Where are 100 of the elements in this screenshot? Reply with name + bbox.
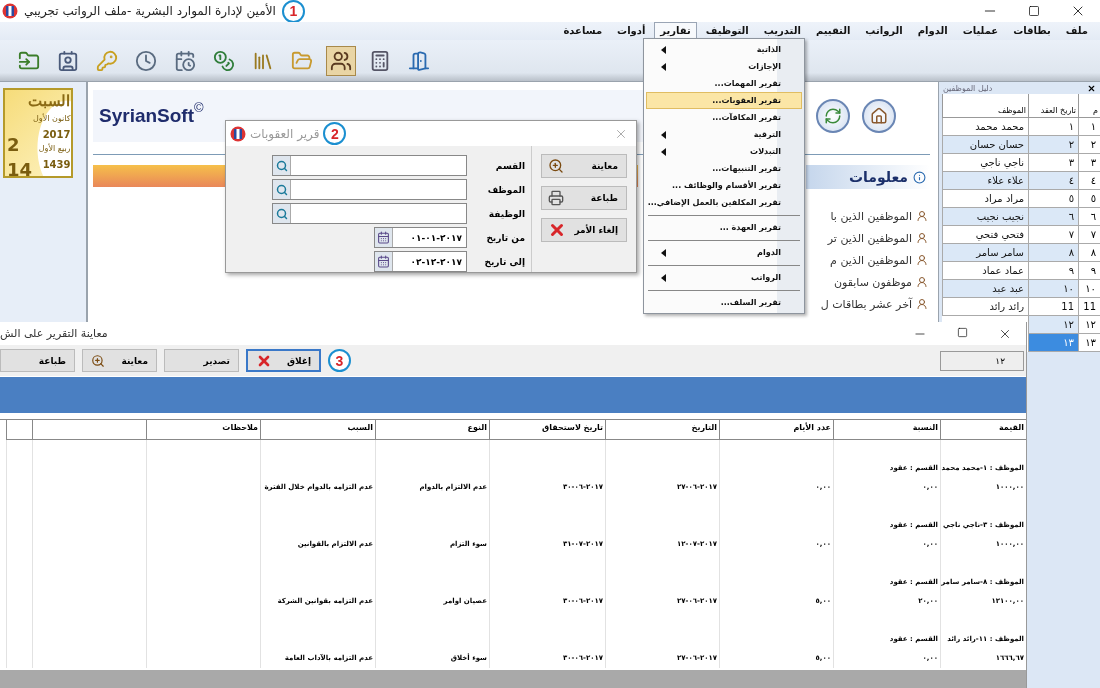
person-icon — [916, 210, 928, 222]
table-cell[interactable]: فتحي فتحي — [942, 226, 1028, 244]
menu-item[interactable]: الدوام — [911, 22, 954, 40]
menu-item[interactable]: التدريب — [757, 22, 807, 40]
info-link[interactable]: آخر عشر بطاقات ل — [820, 297, 912, 311]
menu-item[interactable]: أدوات — [611, 22, 652, 40]
menu-item[interactable]: الرواتب — [646, 269, 802, 286]
table-cell[interactable]: رائد رائد — [942, 298, 1028, 316]
window-title: الأمين لإدارة الموارد البشرية -ملف الرواتب تجريبي — [24, 4, 276, 18]
menu-item[interactable]: تقرير العهدة ... — [646, 219, 802, 236]
maximize-icon[interactable] — [957, 326, 968, 338]
table-cell[interactable]: ٤ — [1028, 172, 1078, 190]
menu-item[interactable]: تقرير المكلفين بالعمل الإضافي... — [646, 194, 802, 211]
menu-item[interactable]: الترقية — [646, 126, 802, 143]
person-icon — [916, 298, 928, 310]
maximize-icon[interactable] — [1028, 5, 1040, 17]
table-cell[interactable]: ناجي ناجي — [942, 154, 1028, 172]
menu-item[interactable]: الإجازات — [646, 58, 802, 75]
key-icon — [96, 49, 118, 72]
calculator-icon — [369, 49, 391, 72]
panel-title: دليل الموظفين — [943, 83, 993, 93]
menu-item[interactable]: تقرير السلف... — [646, 294, 802, 311]
table-cell[interactable]: ٣ — [1028, 154, 1078, 172]
table-cell[interactable]: عماد عماد — [942, 262, 1028, 280]
calendar-icon — [377, 255, 390, 268]
table-cell[interactable]: ١٠ — [1028, 280, 1078, 298]
column-header: القيمة — [940, 420, 1026, 440]
table-cell[interactable]: ٩ — [1028, 262, 1078, 280]
table-cell[interactable]: حسان حسان — [942, 136, 1028, 154]
menu-item[interactable]: بطاقات — [1007, 22, 1057, 40]
menu-item[interactable]: التوظيف — [699, 22, 755, 40]
dialog-button[interactable]: طباعة — [541, 186, 627, 210]
menu-item[interactable]: الذاتية — [646, 41, 802, 58]
menu-item[interactable]: تقرير التنبيهات... — [646, 160, 802, 177]
info-link[interactable]: الموظفين الذين م — [830, 253, 912, 267]
table-cell[interactable]: مراد مراد — [942, 190, 1028, 208]
menu-item[interactable]: تقرير المكافآت... — [646, 109, 802, 126]
dialog-title: قرير العقوبات — [250, 126, 320, 141]
table-cell[interactable]: ٢ — [1028, 136, 1078, 154]
table-cell[interactable]: ٦ — [1028, 208, 1078, 226]
callout-number: 1 — [281, 0, 305, 23]
info-link[interactable]: موظفون سابقون — [833, 275, 912, 289]
person-icon — [916, 232, 928, 244]
menu-item[interactable]: تقرير الأقسام والوظائف ... — [646, 177, 802, 194]
table-cell[interactable]: علاء علاء — [942, 172, 1028, 190]
day-number: 2 — [7, 133, 21, 155]
table-cell[interactable]: نجيب نجيب — [942, 208, 1028, 226]
menu-item[interactable]: الدوام — [646, 244, 802, 261]
info-link[interactable]: الموظفين الذين با — [830, 209, 912, 223]
table-cell[interactable]: ١٢ — [1028, 316, 1078, 334]
lookup-field[interactable] — [272, 203, 467, 224]
brand-name: SyrianSoft — [99, 105, 195, 127]
table-cell[interactable]: عبد عبد — [942, 280, 1028, 298]
toolbar-button[interactable]: إغلاق — [246, 349, 321, 372]
column-header: ملاحظات — [146, 420, 260, 440]
search-icon — [275, 159, 288, 172]
toolbar-button[interactable]: طباعة — [0, 349, 75, 372]
toolbar-button[interactable]: معاينة — [82, 349, 157, 372]
home-button[interactable] — [862, 99, 896, 133]
date-field[interactable]: ٢٠١٧-٠١-٠١ — [374, 227, 467, 248]
toolbar-button[interactable]: تصدير — [164, 349, 239, 372]
info-link[interactable]: الموظفين الذين تر — [827, 231, 912, 245]
date-field[interactable]: ٢٠١٧-١٢-٠٢ — [374, 251, 467, 272]
refresh-button[interactable] — [816, 99, 850, 133]
column-header: النسبة — [833, 420, 940, 440]
column-header: السبب — [260, 420, 375, 440]
menu-item[interactable]: ملف — [1059, 22, 1094, 40]
month-text: ربيع الأول — [37, 144, 71, 155]
coins-icon — [213, 49, 235, 72]
close-icon — [548, 221, 566, 239]
menu-item[interactable]: عمليات — [956, 22, 1005, 40]
menu-item[interactable]: مساعدة — [557, 22, 609, 40]
dialog-button[interactable]: معاينة — [541, 154, 627, 178]
menu-item[interactable]: التبدلات — [646, 143, 802, 160]
contact-card-icon — [57, 49, 79, 72]
menu-item[interactable]: الرواتب — [859, 22, 909, 40]
table-cell[interactable]: سامر سامر — [942, 244, 1028, 262]
table-cell[interactable]: ٥ — [1028, 190, 1078, 208]
callout-number: 3 — [328, 349, 351, 372]
menu-item[interactable]: تقرير العقوبات... — [646, 92, 802, 109]
door-icon — [408, 49, 430, 72]
lookup-field[interactable] — [272, 179, 467, 200]
magnifier-icon — [548, 158, 564, 174]
home-icon — [870, 107, 888, 125]
menu-item[interactable]: التقييم — [809, 22, 857, 40]
page-field[interactable]: ١٢ — [940, 350, 1024, 371]
field-label: من تاريخ — [485, 232, 526, 243]
table-cell[interactable]: محمد محمد — [942, 118, 1028, 136]
close-icon[interactable] — [1087, 83, 1096, 93]
field-label: الوظيفة — [487, 208, 526, 219]
weekday-text: السبت — [27, 92, 71, 112]
menu-item[interactable]: تقرير المهمات... — [646, 75, 802, 92]
table-cell[interactable]: 11 — [1028, 298, 1078, 316]
table-cell[interactable]: ١ — [1028, 118, 1078, 136]
table-cell[interactable]: ٧ — [1028, 226, 1078, 244]
year-text: 2017 — [41, 129, 71, 142]
table-cell[interactable]: ٨ — [1028, 244, 1078, 262]
lookup-field[interactable] — [272, 155, 467, 176]
toolbar-button[interactable] — [326, 45, 356, 76]
dialog-button[interactable]: إلغاء الأمر — [541, 218, 627, 242]
